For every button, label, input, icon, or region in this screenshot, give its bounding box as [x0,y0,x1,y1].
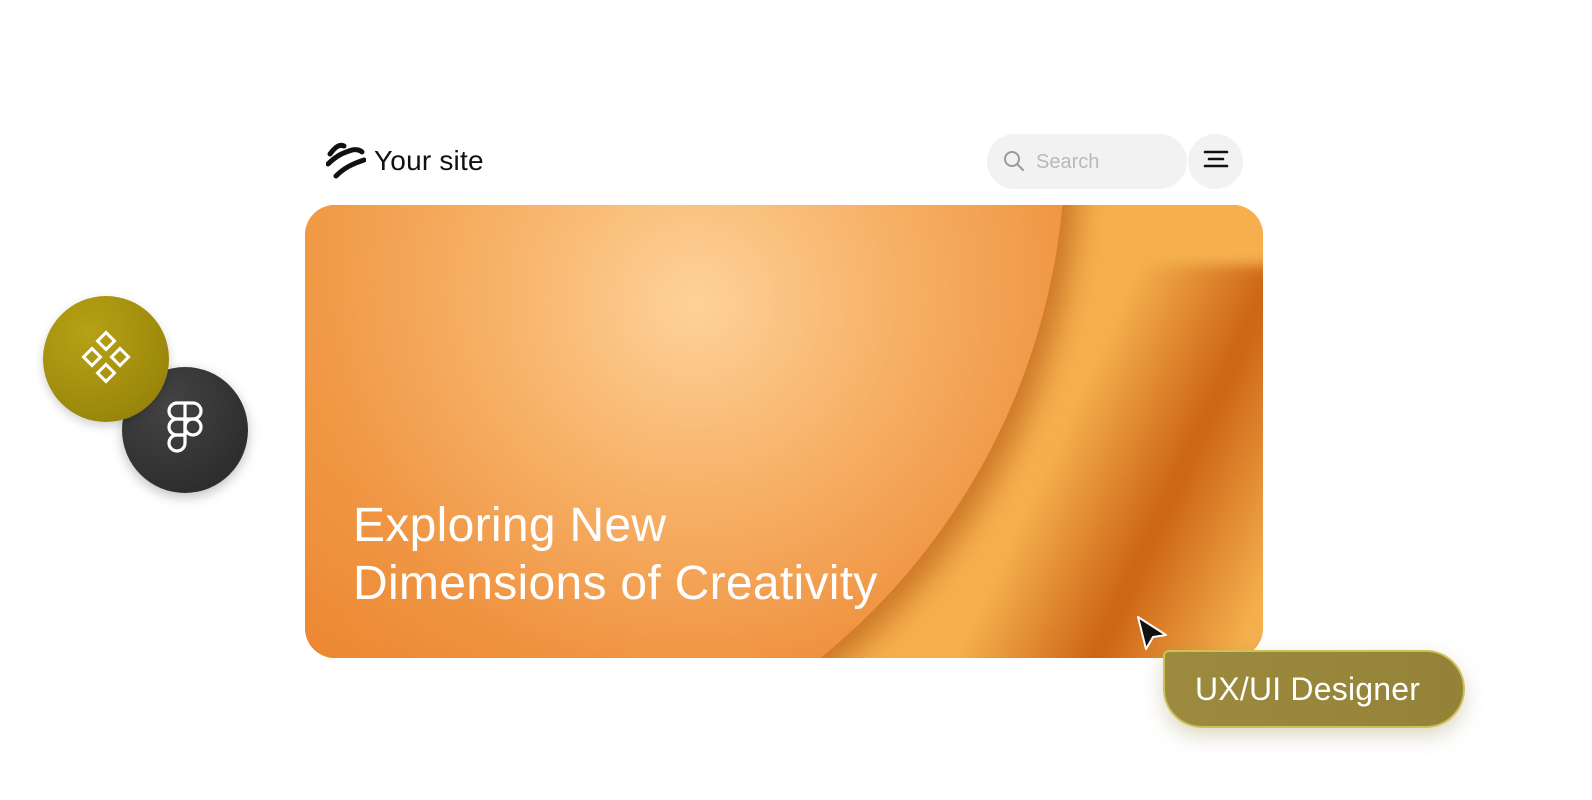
figma-icon [165,400,205,461]
wave-logo-icon [326,140,366,182]
hamburger-menu-icon [1203,148,1229,175]
search-box[interactable] [987,134,1187,189]
search-icon [1003,150,1025,172]
site-name: Your site [374,145,484,176]
site-logo[interactable]: Your site [326,140,484,182]
hero-headline: Exploring New Dimensions of Creativity [353,497,878,613]
search-input[interactable] [1034,146,1173,178]
component-diamonds-icon [78,329,134,390]
canvas: Your site Exploring New Dimensions of Cr [0,0,1592,800]
hero-headline-line2: Dimensions of Creativity [353,557,878,610]
hero-card[interactable]: Exploring New Dimensions of Creativity [305,205,1263,658]
components-badge[interactable] [43,296,169,422]
hero-headline-line1: Exploring New [353,499,667,552]
role-tag[interactable]: UX/UI Designer [1163,650,1465,728]
menu-button[interactable] [1188,134,1243,189]
pointer-cursor-icon [1135,615,1171,655]
role-tag-label: UX/UI Designer [1195,670,1421,707]
